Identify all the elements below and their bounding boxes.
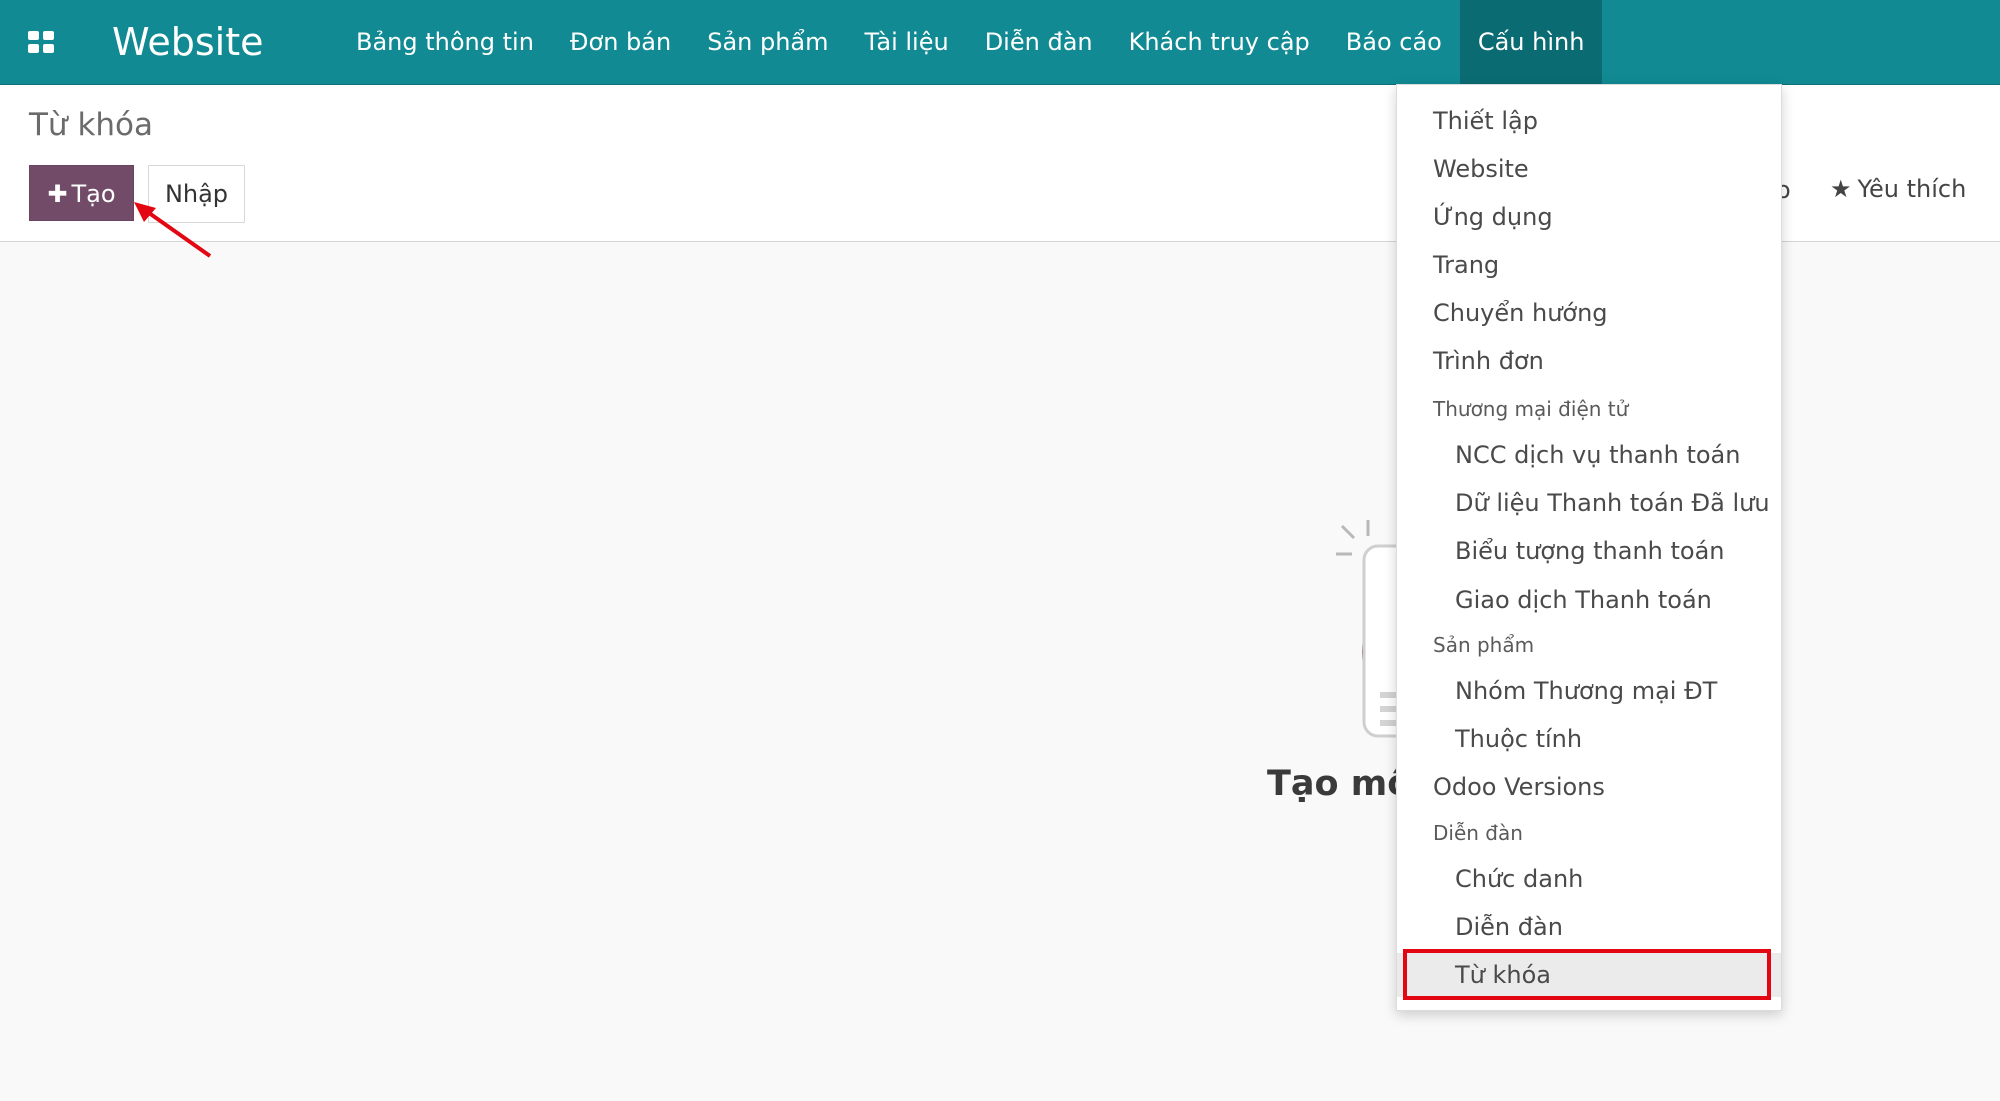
- menu-item-configuration[interactable]: Cấu hình: [1459, 0, 1603, 84]
- dropdown-item-payment-transactions[interactable]: Giao dịch Thanh toán: [1397, 578, 1781, 622]
- favorites-label: Yêu thích: [1857, 175, 1967, 203]
- menu-item-documents[interactable]: Tài liệu: [847, 0, 967, 84]
- annotation-highlight-box: [1403, 949, 1771, 1000]
- breadcrumb: Từ khóa: [29, 107, 153, 143]
- dropdown-item-odoo-versions[interactable]: Odoo Versions: [1397, 765, 1781, 809]
- dropdown-section-ecommerce: Thương mại điện tử: [1433, 397, 1629, 421]
- dropdown-item-menus[interactable]: Trình đơn: [1397, 339, 1781, 383]
- dropdown-item-website[interactable]: Website: [1397, 147, 1781, 191]
- top-navbar: Website Bảng thông tin Đơn bán Sản phẩm …: [0, 0, 2000, 85]
- menu-item-reports[interactable]: Báo cáo: [1328, 0, 1460, 84]
- menu-item-forum[interactable]: Diễn đàn: [967, 0, 1111, 84]
- favorites-button[interactable]: ★ Yêu thích: [1830, 175, 1966, 203]
- create-button-label: Tạo: [71, 180, 116, 208]
- dropdown-item-job-titles[interactable]: Chức danh: [1397, 857, 1781, 901]
- app-brand[interactable]: Website: [112, 18, 263, 66]
- annotation-arrow-icon: [134, 202, 212, 258]
- create-button[interactable]: ✚ Tạo: [29, 165, 134, 221]
- sparkle-icon: [1336, 520, 1370, 556]
- configuration-dropdown: Thiết lập Website Ứng dụng Trang Chuyển …: [1396, 84, 1782, 1011]
- dropdown-item-redirects[interactable]: Chuyển hướng: [1397, 291, 1781, 335]
- dropdown-item-settings[interactable]: Thiết lập: [1397, 99, 1781, 143]
- menu-item-sales-orders[interactable]: Đơn bán: [552, 0, 689, 84]
- menu-item-products[interactable]: Sản phẩm: [689, 0, 846, 84]
- dropdown-item-saved-payment-data[interactable]: Dữ liệu Thanh toán Đã lưu: [1397, 481, 1781, 525]
- dropdown-item-payment-providers[interactable]: NCC dịch vụ thanh toán: [1397, 433, 1781, 477]
- dropdown-item-attributes[interactable]: Thuộc tính: [1397, 717, 1781, 761]
- dropdown-item-payment-icons[interactable]: Biểu tượng thanh toán: [1397, 529, 1781, 573]
- dropdown-item-ecommerce-categories[interactable]: Nhóm Thương mại ĐT: [1397, 669, 1781, 713]
- dropdown-section-forum: Diễn đàn: [1433, 821, 1523, 845]
- dropdown-item-apps[interactable]: Ứng dụng: [1397, 195, 1781, 239]
- app-grid-icon[interactable]: [28, 31, 54, 53]
- main-menu: Bảng thông tin Đơn bán Sản phẩm Tài liệu…: [338, 0, 1603, 84]
- dropdown-item-forums[interactable]: Diễn đàn: [1397, 905, 1781, 949]
- empty-state-title: Tạo một: [1267, 764, 1397, 804]
- star-icon: ★: [1830, 175, 1852, 203]
- dropdown-item-pages[interactable]: Trang: [1397, 243, 1781, 287]
- menu-item-dashboard[interactable]: Bảng thông tin: [338, 0, 552, 84]
- menu-item-visitors[interactable]: Khách truy cập: [1111, 0, 1328, 84]
- plus-icon: ✚: [47, 180, 68, 208]
- dropdown-section-products: Sản phẩm: [1433, 633, 1535, 657]
